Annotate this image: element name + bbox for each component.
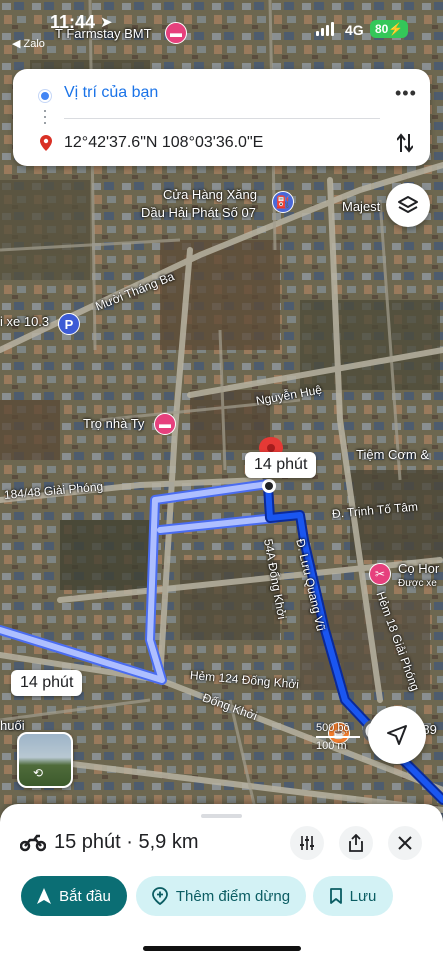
navigation-arrow-icon: [37, 888, 52, 904]
hotel-icon[interactable]: ▬: [154, 413, 176, 435]
close-button[interactable]: [388, 826, 422, 860]
navigation-arrow-icon: [387, 725, 407, 745]
destination-pin-icon: [40, 135, 52, 151]
poi-label[interactable]: i xe 10.3: [0, 314, 49, 329]
street-view-thumbnail[interactable]: ⟲: [17, 732, 73, 788]
add-stop-button[interactable]: Thêm điểm dừng: [136, 876, 306, 916]
poi-label[interactable]: Tiệm Cơm &: [356, 447, 429, 462]
directions-card: Vị trí của bạn ••• 12°42'37.6"N 108°03'3…: [13, 69, 430, 166]
more-options-icon[interactable]: •••: [395, 83, 417, 104]
bookmark-icon: [329, 888, 342, 904]
charging-icon: ⚡: [388, 22, 404, 36]
layers-button[interactable]: [386, 183, 430, 227]
home-indicator[interactable]: [143, 946, 301, 951]
start-navigation-button[interactable]: Bắt đầu: [21, 876, 127, 916]
add-location-icon: [151, 887, 168, 905]
motorcycle-icon: [20, 834, 46, 852]
poi-label[interactable]: Majest: [342, 199, 380, 214]
route-dots: [44, 110, 46, 130]
scale-meters: 100 m: [316, 740, 347, 752]
origin-field[interactable]: Vị trí của bạn: [64, 84, 158, 102]
poi-label[interactable]: Dầu Hải Phát Số 07: [141, 205, 256, 220]
start-label: Bắt đầu: [59, 887, 111, 905]
battery-indicator: 80⚡: [370, 20, 409, 38]
alt-route-time-bubble[interactable]: 14 phút: [11, 670, 83, 696]
add-stop-label: Thêm điểm dừng: [175, 887, 291, 905]
sliders-icon: [300, 836, 314, 850]
origin-dot-icon: [39, 90, 51, 102]
battery-level: 80: [375, 22, 389, 36]
signal-icon: [316, 22, 334, 36]
route-summary: 15 phút · 5,9 km: [54, 831, 199, 853]
drag-handle[interactable]: [201, 814, 242, 818]
route-time-bubble[interactable]: 14 phút: [245, 452, 317, 478]
poi-label[interactable]: Trọ nhà Ty: [83, 416, 144, 431]
my-location-button[interactable]: [368, 706, 426, 764]
layers-icon: [398, 196, 418, 213]
divider: [64, 118, 380, 119]
status-bar: 11:44 ➤ ◀ Zalo 4G 80⚡: [0, 0, 443, 54]
route-options-button[interactable]: [290, 826, 324, 860]
network-type: 4G: [345, 22, 364, 38]
clock: 11:44: [50, 12, 96, 32]
parking-icon[interactable]: P: [58, 313, 80, 335]
poi-label[interactable]: huối: [0, 718, 25, 733]
store-icon[interactable]: ✂: [369, 563, 391, 585]
poi-sub-label: Được xe: [398, 578, 437, 589]
poi-label[interactable]: Cửa Hàng Xăng: [163, 187, 257, 202]
destination-field[interactable]: 12°42'37.6"N 108°03'36.0"E: [64, 134, 263, 152]
route-bottom-sheet: 15 phút · 5,9 km Bắt đầu Thêm điểm dừng: [0, 804, 443, 960]
save-button[interactable]: Lưu: [313, 876, 393, 916]
rotate-icon: ⟲: [33, 766, 44, 780]
close-icon: [398, 836, 412, 850]
swap-icon[interactable]: [397, 132, 413, 154]
share-button[interactable]: [339, 826, 373, 860]
location-arrow-icon: ➤: [100, 14, 113, 31]
save-label: Lưu: [349, 887, 377, 905]
gas-station-icon[interactable]: ⛽: [272, 191, 294, 213]
back-to-app-link[interactable]: ◀ Zalo: [12, 37, 45, 50]
share-icon: [349, 834, 363, 852]
poi-label[interactable]: Cọ Hor: [398, 561, 439, 576]
map-scale: 500 bộ 100 m: [316, 722, 360, 752]
scale-feet: 500 bộ: [316, 722, 350, 734]
